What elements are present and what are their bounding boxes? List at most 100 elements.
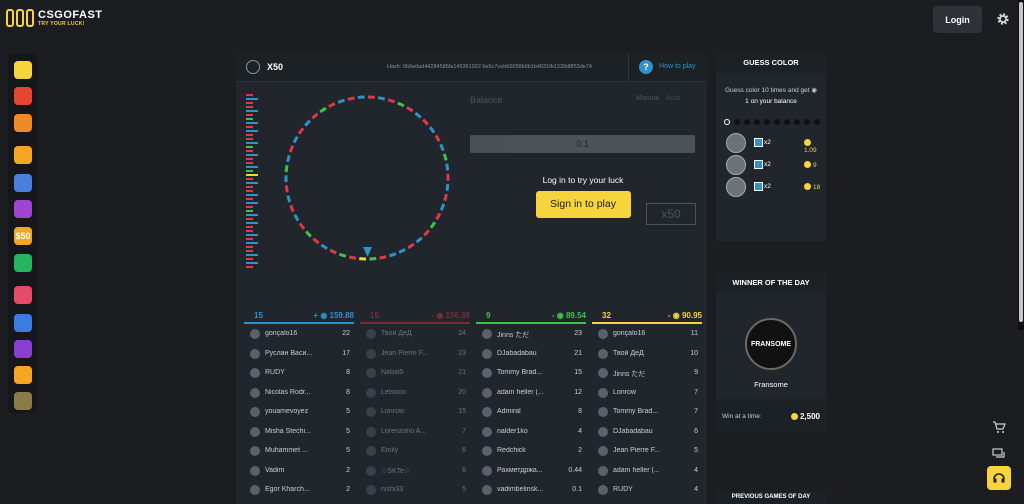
bet-row[interactable]: Jean Pierre F... 23 [360, 344, 470, 364]
avatar [598, 368, 608, 378]
slot-icon[interactable]: $50 [14, 227, 32, 245]
game-header: X50 Hash: 0b9edad44284585fa146361922 6e5… [236, 53, 707, 82]
bet-row[interactable]: youamevoyez 5 [244, 402, 354, 422]
bet-row[interactable]: Admiral 8 [476, 402, 586, 422]
wheel-segment [293, 213, 300, 222]
bet-row[interactable]: gonçalo16 22 [244, 324, 354, 344]
pie-icon[interactable] [14, 254, 32, 272]
player-bet: 9 [694, 369, 698, 376]
logo[interactable]: CSGOFAST TRY YOUR LUCK! [6, 9, 103, 27]
bet-row[interactable]: Рахметдржа... 0.44 [476, 461, 586, 481]
support-button[interactable] [987, 466, 1011, 490]
bet-row[interactable]: Твой ДеД 10 [592, 344, 702, 364]
x50-icon[interactable] [14, 174, 32, 192]
bet-row[interactable]: Jean Pierre F... 5 [592, 441, 702, 461]
bet-row[interactable]: Tommy Brad... 15 [476, 363, 586, 383]
bet-row[interactable]: adam heller (... 12 [476, 383, 586, 403]
bet-row[interactable]: nalder1ko 4 [476, 422, 586, 442]
gear-icon[interactable] [996, 12, 1010, 26]
guess-color-panel: GUESS COLOR Guess color 10 times and get… [716, 53, 826, 241]
bet-row[interactable]: Jinns ただ 9 [592, 363, 702, 383]
player-name: Tommy Brad... [613, 408, 659, 415]
bet-row[interactable]: Lorenzoho A... 7 [360, 422, 470, 442]
bet-row[interactable]: Tommy Brad... 7 [592, 402, 702, 422]
bet-row[interactable]: Muhammet ... 5 [244, 441, 354, 461]
bet-row[interactable]: Vadim 2 [244, 461, 354, 481]
bet-row[interactable]: Redchick 2 [476, 441, 586, 461]
bet-row[interactable]: Egor Kharch... 2 [244, 480, 354, 500]
bet-row[interactable]: Letsooo 20 [360, 383, 470, 403]
bet-row[interactable]: Nabat5 21 [360, 363, 470, 383]
history-blue-mark [246, 234, 258, 236]
history-red-mark [246, 114, 253, 116]
history-red-mark [246, 218, 253, 220]
bet-row[interactable]: RUDY 8 [244, 363, 354, 383]
guess-dot [744, 119, 750, 125]
player-name: Рахметдржа... [497, 466, 543, 474]
bet-row[interactable]: DJabadabau 21 [476, 344, 586, 364]
wheel-segment [422, 118, 429, 126]
guess-progress-dots [724, 119, 820, 125]
player-bet: 10 [690, 349, 698, 357]
tab-auto[interactable]: Auto [666, 95, 680, 102]
avatar [366, 446, 376, 456]
bet-row[interactable]: DJabadabau 6 [592, 422, 702, 442]
bet-row[interactable]: adam heller (... 4 [592, 461, 702, 481]
bet-row[interactable]: Jinns ただ 23 [476, 324, 586, 344]
bet-row[interactable]: RUDY 4 [592, 480, 702, 500]
how-to-play-button[interactable]: ? How to play [628, 53, 708, 81]
cart-button[interactable] [984, 413, 1014, 441]
fast-icon[interactable] [14, 87, 32, 105]
player-bet: 7 [694, 388, 698, 396]
bet-row[interactable]: Misha Stechi... 5 [244, 422, 354, 442]
login-button[interactable]: Login [933, 6, 982, 33]
winner-avatar[interactable]: FRANSOME [745, 318, 797, 370]
crown-icon[interactable] [14, 61, 32, 79]
double-icon[interactable] [14, 146, 32, 164]
x50-mode-icon [246, 60, 260, 74]
wheel-segment [428, 126, 436, 134]
bet-row[interactable]: Nicolas Rodr... 8 [244, 383, 354, 403]
avatar [366, 465, 376, 476]
player-bet: 21 [458, 369, 466, 376]
poker-icon[interactable] [14, 286, 32, 304]
bet-row[interactable]: gonçalo16 11 [592, 324, 702, 344]
avatar [366, 368, 376, 378]
bet-x50-button[interactable]: x50 [646, 203, 696, 225]
bet-row[interactable]: ☆SKTe☆ 6 [360, 461, 470, 481]
wheel-segment [292, 135, 299, 144]
bet-row[interactable]: vadimbelinsk... 0.1 [476, 480, 586, 500]
player-name: Lonrow [613, 388, 636, 396]
bet-row[interactable]: Твой ДеД 24 [360, 324, 470, 344]
hilo-icon[interactable] [14, 200, 32, 218]
tv-icon[interactable] [14, 340, 32, 358]
history-blue-mark [246, 182, 258, 184]
chat-button[interactable] [984, 440, 1014, 468]
history-green-mark [246, 170, 253, 172]
bet-row[interactable]: nishi33 5 [360, 480, 470, 500]
player-name: Admiral [497, 408, 521, 415]
bet-row[interactable]: Emily 6 [360, 441, 470, 461]
wheel-segment [434, 134, 441, 143]
page-scrollbar[interactable] [1018, 0, 1024, 330]
bet-row[interactable]: Руслан Васи... 17 [244, 344, 354, 364]
avatar [250, 348, 260, 359]
tower-icon[interactable] [14, 314, 32, 332]
bet-total: - ◉ 89.54 [551, 311, 586, 320]
player-name: Lonrow [381, 408, 404, 415]
tab-manual[interactable]: Manual [636, 95, 659, 102]
guess-row: x2 9 [726, 155, 824, 175]
player-name: Egor Kharch... [265, 486, 310, 493]
star-icon[interactable] [14, 392, 32, 410]
crossed-swords-icon[interactable] [14, 114, 32, 132]
bet-column: 15 + ◉ 159.88 gonçalo16 22 Руслан Васи... 17 R… [244, 310, 354, 500]
sign-in-button[interactable]: Sign in to play [535, 191, 631, 218]
guess-row: x2 1.09 [726, 133, 824, 154]
cases-icon[interactable] [14, 366, 32, 384]
bet-input[interactable]: 0.1 [470, 135, 695, 153]
bet-row[interactable]: Lonrow 15 [360, 402, 470, 422]
avatar [250, 426, 260, 437]
bet-row[interactable]: Lonrow 7 [592, 383, 702, 403]
wheel-segment [284, 185, 289, 193]
wheel-segment [445, 163, 450, 171]
